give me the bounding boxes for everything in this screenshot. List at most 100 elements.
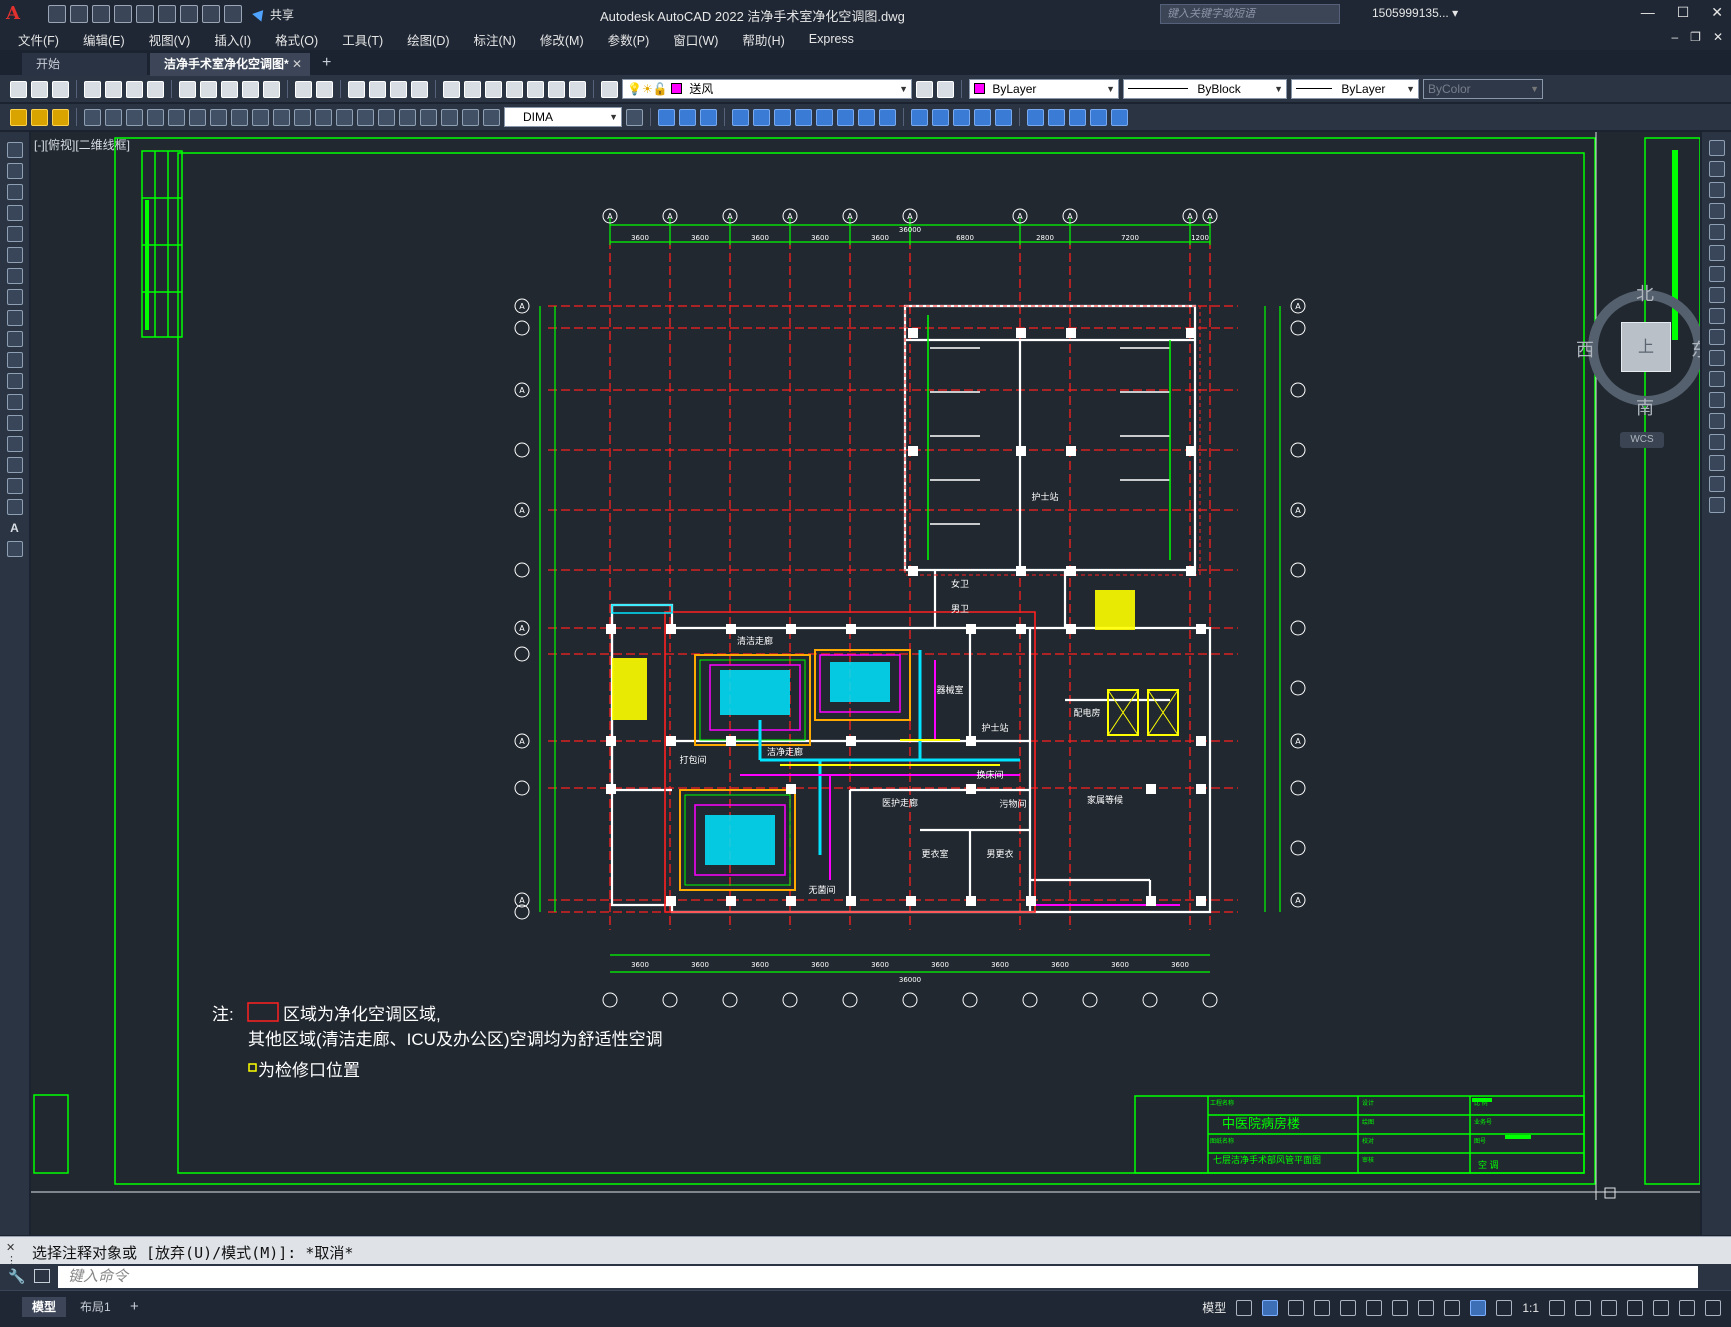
tab-close-icon[interactable]: ✕ <box>292 53 302 76</box>
dim-text-edit-icon[interactable] <box>462 108 479 126</box>
fillet-tool-icon[interactable] <box>1708 455 1725 471</box>
workspace-settings-icon[interactable] <box>31 108 48 126</box>
workspace-switch-icon[interactable] <box>1549 1299 1565 1316</box>
block-editor-icon[interactable] <box>263 80 280 98</box>
viewport-controls[interactable]: [-][俯视][二维线框] <box>34 136 130 153</box>
object-snap-tracking-icon[interactable] <box>1366 1299 1383 1316</box>
spline-icon[interactable] <box>6 310 23 326</box>
share-button[interactable]: 共享 <box>252 6 294 23</box>
extend-icon[interactable] <box>879 108 896 126</box>
minimize-icon[interactable]: — <box>1641 4 1655 21</box>
clean-screen-icon[interactable] <box>1679 1299 1695 1316</box>
quick-dim-icon[interactable] <box>252 108 269 126</box>
dim-arc-icon[interactable] <box>126 108 143 126</box>
units-icon[interactable] <box>1601 1299 1617 1316</box>
line-icon[interactable] <box>6 142 23 158</box>
doc-restore-icon[interactable]: ❐ <box>1690 30 1701 44</box>
circle-icon[interactable] <box>6 268 23 284</box>
menu-view[interactable]: 视图(V) <box>137 30 203 49</box>
plot-icon[interactable] <box>180 5 198 23</box>
polyline-icon[interactable] <box>6 184 23 200</box>
erase-tool-icon[interactable] <box>1708 140 1725 156</box>
add-selected-icon[interactable] <box>6 541 23 557</box>
region-icon[interactable] <box>6 478 23 494</box>
annotation-monitor-icon[interactable] <box>1575 1299 1591 1316</box>
drawing-canvas[interactable]: A A A A A A A A A A A A A A A A A A A A … <box>31 132 1700 1235</box>
markup-icon[interactable] <box>527 80 544 98</box>
tab-start[interactable]: 开始 <box>22 53 147 76</box>
quickcalc-icon[interactable] <box>548 80 565 98</box>
make-current-icon[interactable] <box>916 80 933 98</box>
command-input[interactable]: 键入命令 <box>58 1266 1698 1288</box>
array-tool-icon[interactable] <box>1708 224 1725 240</box>
rotate-tool-icon[interactable] <box>1708 266 1725 282</box>
customization-icon[interactable] <box>1705 1299 1721 1316</box>
tab-layout1[interactable]: 布局1 <box>70 1297 121 1317</box>
dim-radius-icon[interactable] <box>168 108 185 126</box>
paste-icon[interactable] <box>221 80 238 98</box>
properties-icon[interactable] <box>443 80 460 98</box>
mirror-tool-icon[interactable] <box>1708 182 1725 198</box>
break-tool-icon[interactable] <box>1708 392 1725 408</box>
transparency-icon[interactable] <box>1444 1299 1461 1316</box>
rectangle-icon[interactable] <box>6 226 23 242</box>
dim-break-icon[interactable] <box>336 108 353 126</box>
compass-west[interactable]: 西 <box>1576 336 1594 362</box>
dim-linear-icon[interactable] <box>84 108 101 126</box>
construction-line-icon[interactable] <box>6 163 23 179</box>
explode-icon[interactable] <box>1027 108 1044 126</box>
quick-properties-icon[interactable] <box>1627 1299 1643 1316</box>
menu-file[interactable]: 文件(F) <box>0 30 71 49</box>
fillet-icon[interactable] <box>974 108 991 126</box>
open-icon[interactable] <box>70 5 88 23</box>
jogged-linear-icon[interactable] <box>420 108 437 126</box>
recent-commands-icon[interactable] <box>34 1269 50 1283</box>
rotate-icon[interactable] <box>795 108 812 126</box>
search-input[interactable]: 键入关键字或短语 <box>1160 4 1340 24</box>
revcloud-icon[interactable] <box>6 289 23 305</box>
new-tab-button[interactable]: + <box>322 54 331 72</box>
save-as-icon[interactable] <box>114 5 132 23</box>
make-block-icon[interactable] <box>6 394 23 410</box>
qnew-icon[interactable] <box>10 80 27 98</box>
mtext-icon[interactable]: A <box>7 520 23 536</box>
menu-tools[interactable]: 工具(T) <box>330 30 395 49</box>
group-icon[interactable] <box>1069 108 1086 126</box>
move-tool-icon[interactable] <box>1708 245 1725 261</box>
model-space-toggle[interactable]: 模型 <box>1202 1299 1226 1316</box>
join-icon[interactable] <box>932 108 949 126</box>
point-icon[interactable] <box>6 415 23 431</box>
annotation-visibility-icon[interactable] <box>1470 1299 1487 1316</box>
redo-icon[interactable] <box>224 5 242 23</box>
layer-dropdown[interactable]: 💡☀🔓 送风 ▼ <box>622 79 912 99</box>
dim-baseline-icon[interactable] <box>273 108 290 126</box>
menu-insert[interactable]: 插入(I) <box>202 30 263 49</box>
isolate-objects-icon[interactable] <box>1653 1299 1669 1316</box>
explode-tool-icon[interactable] <box>1708 497 1725 513</box>
gradient-icon[interactable] <box>6 457 23 473</box>
compass-north[interactable]: 北 <box>1636 280 1654 306</box>
zoom-realtime-icon[interactable] <box>369 80 386 98</box>
open-web-icon[interactable] <box>136 5 154 23</box>
tab-model[interactable]: 模型 <box>22 1297 67 1317</box>
layer-previous-icon[interactable] <box>937 80 954 98</box>
offset-icon[interactable] <box>732 108 749 126</box>
inspection-icon[interactable] <box>399 108 416 126</box>
add-layout-button[interactable]: + <box>120 1297 149 1317</box>
viewcube-top-face[interactable]: 上 <box>1621 322 1671 372</box>
annotation-scale[interactable]: 1:1 <box>1522 1301 1539 1315</box>
menu-edit[interactable]: 编辑(E) <box>71 30 137 49</box>
design-center-icon[interactable] <box>464 80 481 98</box>
compass-east[interactable]: 东 <box>1691 336 1700 362</box>
save-web-icon[interactable] <box>158 5 176 23</box>
save-icon[interactable] <box>92 5 110 23</box>
workspace-icon[interactable] <box>10 108 27 126</box>
scale-tool-icon[interactable] <box>1708 287 1725 303</box>
sheet-set-icon[interactable] <box>506 80 523 98</box>
dim-edit-icon[interactable] <box>441 108 458 126</box>
lineweight-dropdown[interactable]: ByLayer ▼ <box>1291 79 1419 99</box>
publish-icon[interactable] <box>126 80 143 98</box>
isodraft-icon[interactable] <box>1340 1299 1357 1316</box>
menu-dimension[interactable]: 标注(N) <box>462 30 528 49</box>
lineweight-icon[interactable] <box>1418 1299 1435 1316</box>
